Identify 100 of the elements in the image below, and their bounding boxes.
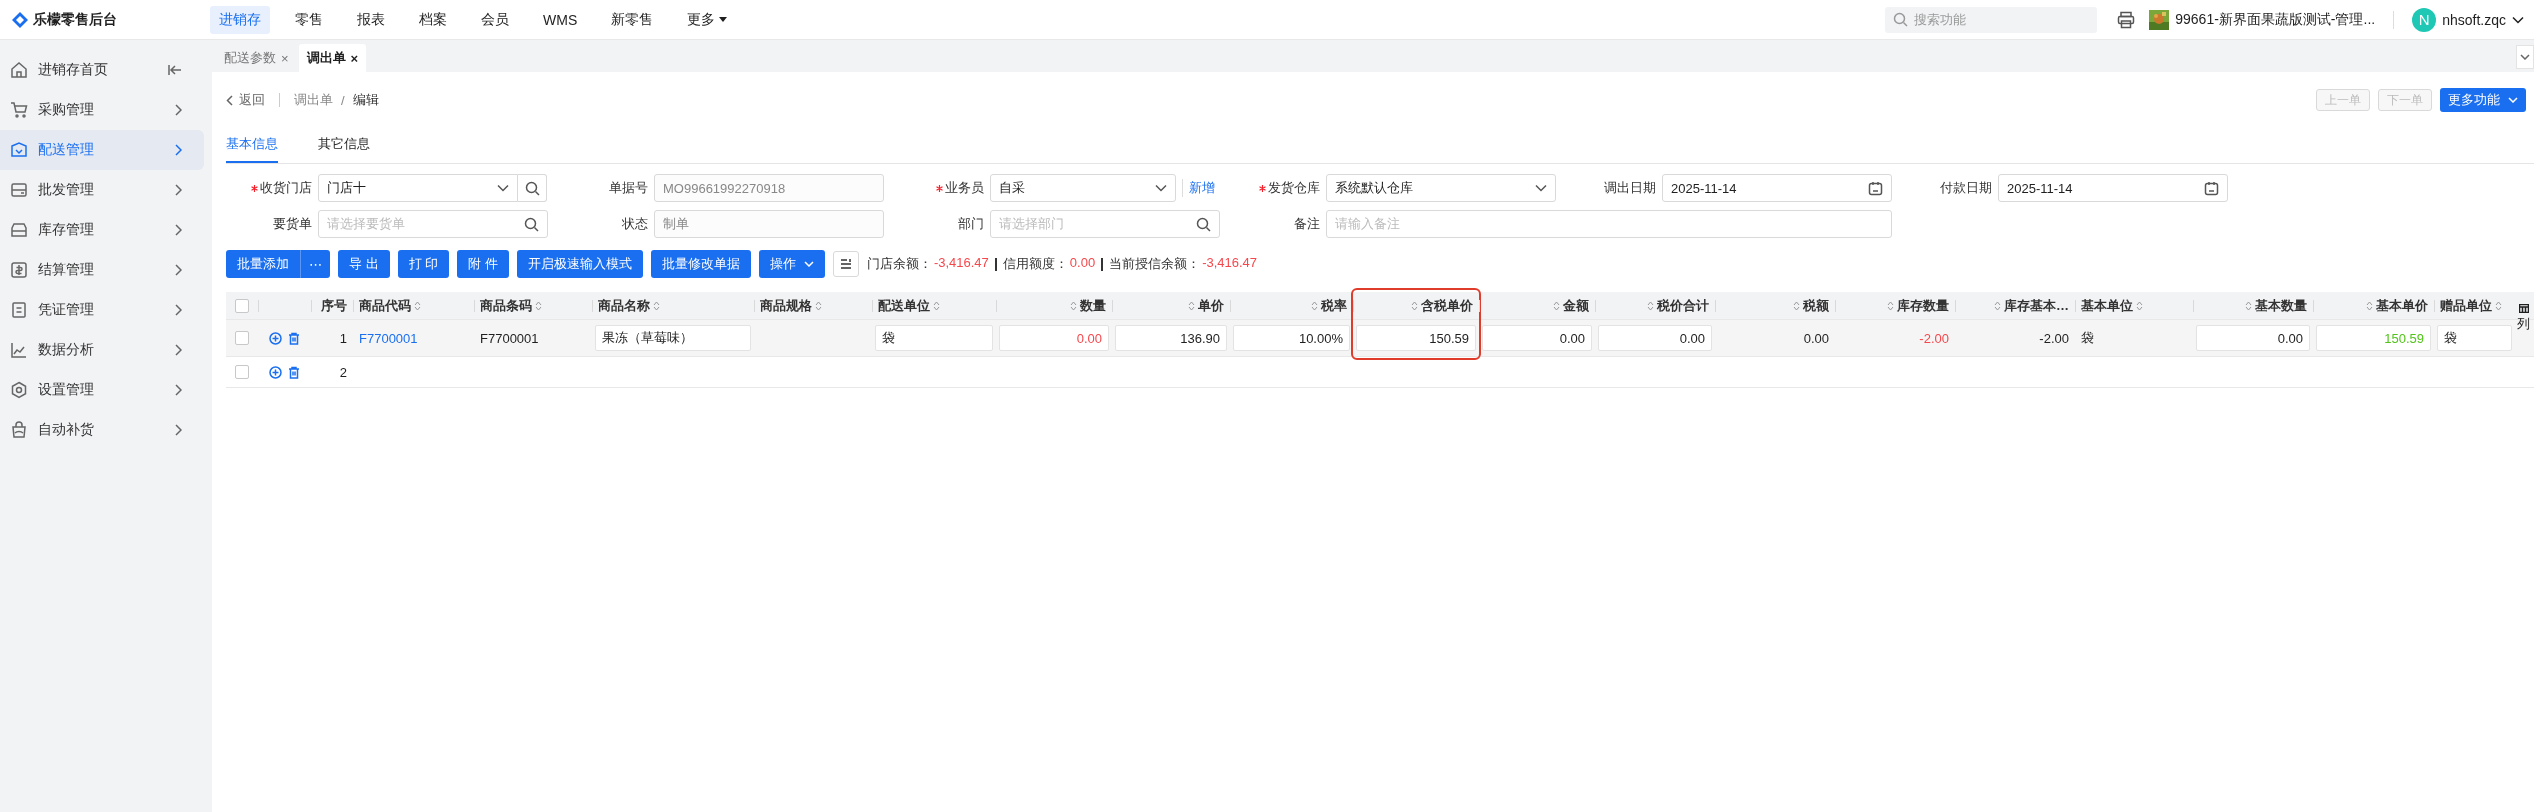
action-button[interactable]: 导 出 [338,250,390,278]
add-circle-icon[interactable] [269,331,282,345]
dropdown-button[interactable]: 操作 [758,250,825,278]
column-header[interactable]: 税率 [1230,292,1353,319]
row-checkbox[interactable] [235,331,249,345]
trash-icon[interactable] [288,331,300,345]
printer-icon[interactable] [2117,10,2136,29]
column-header[interactable]: 库存基本… [1955,292,2075,319]
date-field[interactable]: 2025-11-14 [1662,174,1892,202]
sort-icon [2366,299,2373,312]
cell-input[interactable]: 150.59 [1356,325,1476,351]
cell-input[interactable]: 0.00 [2196,325,2310,351]
field-label: 部门 [957,215,985,233]
menu-item-icon [10,261,28,279]
sort-icon [1553,299,1560,312]
column-header[interactable]: 基本单价 [2313,292,2434,319]
page-tab[interactable]: 调出单 × [298,44,367,72]
nav-tab[interactable]: 新零售 [602,5,663,34]
cell-input[interactable]: 袋 [2437,325,2512,351]
cell-input[interactable]: 0.00 [999,325,1109,351]
row-checkbox[interactable] [235,365,249,379]
select-field[interactable]: 自采 [990,174,1176,202]
chevron-right-icon [174,304,182,316]
menu-item-icon [10,421,28,439]
search-button[interactable] [518,174,547,202]
sidebar-item[interactable]: 配送管理 [0,130,204,170]
column-header[interactable]: 商品条码 [474,292,592,319]
column-header[interactable]: 赠品单位 [2434,292,2515,319]
column-header[interactable]: 商品规格 [754,292,872,319]
sidebar-item[interactable]: 结算管理 [0,250,204,290]
cell-input[interactable]: 10.00% [1233,325,1350,351]
column-header[interactable]: 配送单位 [872,292,996,319]
column-header[interactable]: 库存数量 [1835,292,1955,319]
column-header[interactable]: 金额 [1479,292,1595,319]
user-name[interactable]: nhsoft.zqc [2442,11,2506,28]
cell-input[interactable]: 0.00 [1482,325,1592,351]
nav-tab[interactable]: 报表 [348,5,394,34]
column-header[interactable]: 含税单价 [1353,292,1479,319]
tab-scroll-button[interactable] [2516,45,2534,69]
nav-tab[interactable]: 档案 [410,5,456,34]
sidebar-item[interactable]: 凭证管理 [0,290,204,330]
column-header[interactable]: 单价 [1112,292,1230,319]
column-header[interactable]: 基本单位 [2075,292,2193,319]
action-button[interactable]: 开启极速输入模式 [516,250,643,278]
page-tab[interactable]: 配送参数 × [216,44,297,72]
nav-tab[interactable]: 进销存 [210,5,270,34]
more-button[interactable]: ⋯ [300,250,330,278]
align-icon [839,258,852,270]
more-functions-button[interactable]: 更多功能 [2440,88,2526,112]
section-tab[interactable]: 基本信息 [226,135,278,163]
cell-input[interactable]: 果冻（草莓味） [595,325,751,351]
breadcrumb-item[interactable]: 调出单 [294,91,333,109]
column-header[interactable]: 数量 [996,292,1112,319]
action-button[interactable]: 附 件 [457,250,509,278]
sidebar-item[interactable]: 进销存首页 [0,50,204,90]
nav-tab[interactable]: WMS [534,6,587,33]
field-label: 业务员 [898,179,990,197]
trash-icon[interactable] [288,365,300,379]
column-header[interactable]: 基本数量 [2193,292,2313,319]
close-icon[interactable]: × [281,50,289,66]
add-link[interactable]: 新增 [1182,179,1215,197]
sidebar-item[interactable]: 自动补货 [0,410,204,450]
column-header[interactable]: 税价合计 [1595,292,1715,319]
sort-icon [1793,299,1800,312]
nav-tab[interactable]: 会员 [472,5,518,34]
balance-label: 门店余额： [866,255,932,273]
nav-tab[interactable]: 零售 [286,5,332,34]
sidebar-item[interactable]: 设置管理 [0,370,204,410]
sidebar-item[interactable]: 批发管理 [0,170,204,210]
layout-button[interactable] [832,251,859,277]
select-all-checkbox[interactable] [235,298,249,313]
cell-input[interactable]: 袋 [875,325,993,351]
sort-icon [1647,299,1654,312]
batch-add-button[interactable]: 批量添加 [226,250,300,278]
section-tab[interactable]: 其它信息 [318,135,370,163]
select-field[interactable]: 系统默认仓库 [1326,174,1556,202]
product-code-link[interactable]: F7700001 [359,330,418,346]
add-circle-icon[interactable] [269,365,282,379]
column-settings-button[interactable]: 列 [2517,304,2530,333]
close-icon[interactable]: × [350,50,359,66]
sidebar-item[interactable]: 库存管理 [0,210,204,250]
column-header[interactable]: 税额 [1715,292,1835,319]
column-header[interactable]: 商品代码 [353,292,474,319]
action-button[interactable]: 打 印 [397,250,450,278]
chevron-down-icon [2508,97,2518,103]
date-field[interactable]: 2025-11-14 [1998,174,2228,202]
calendar-icon [1868,180,1883,196]
nav-tab[interactable]: 更多 [678,5,737,34]
back-link[interactable]: 返回 [226,91,265,109]
store-name[interactable]: 99661-新界面果蔬版测试-管理... [2175,10,2376,29]
field-label: 状态 [621,215,649,233]
sidebar-item[interactable]: 采购管理 [0,90,204,130]
column-header[interactable]: 商品名称 [592,292,754,319]
collapse-icon[interactable] [168,64,182,76]
cell-input[interactable]: 136.90 [1115,325,1227,351]
field-label: 付款日期 [1939,179,1993,197]
action-button[interactable]: 批量修改单据 [650,250,751,278]
cell-input[interactable]: 0.00 [1598,325,1712,351]
select-field[interactable]: 门店十 [318,174,518,202]
sidebar-item[interactable]: 数据分析 [0,330,204,370]
